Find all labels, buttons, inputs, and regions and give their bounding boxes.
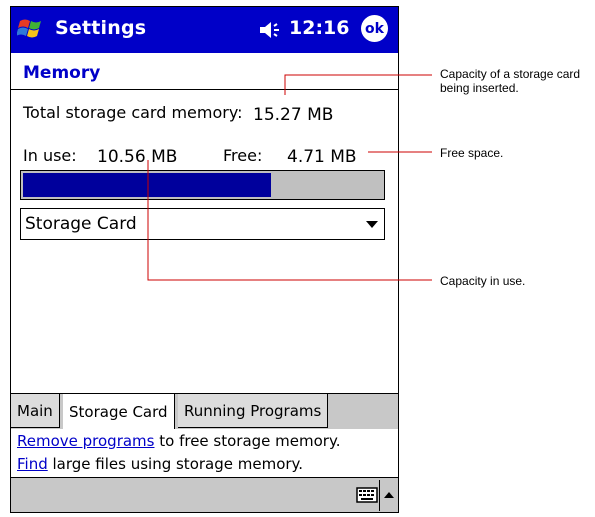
capacity-callout: Capacity of a storage card being inserte…	[440, 67, 581, 95]
free-space-callout: Free space.	[440, 146, 504, 160]
capacity-callout-line	[284, 74, 432, 95]
in-use-callout-line	[147, 160, 432, 281]
in-use-callout: Capacity in use.	[440, 274, 526, 288]
